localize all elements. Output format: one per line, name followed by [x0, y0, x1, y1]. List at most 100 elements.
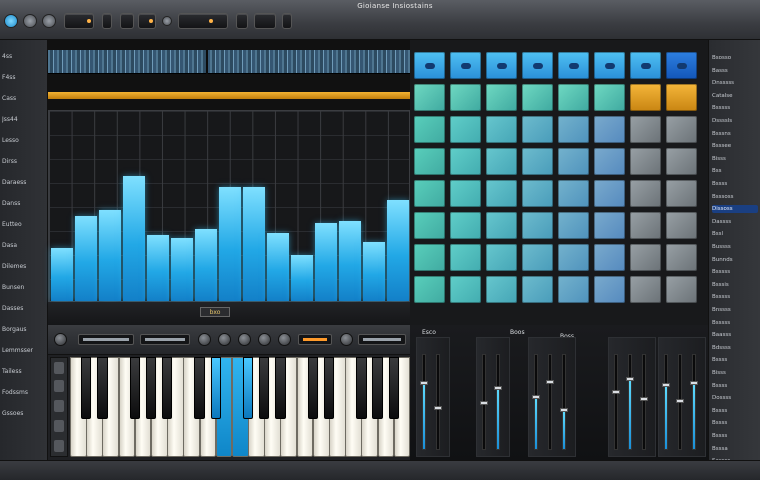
drum-pad[interactable]: [522, 52, 553, 79]
metronome-icon[interactable]: [42, 14, 56, 28]
timeline-ruler[interactable]: [48, 50, 410, 74]
browser-list-item[interactable]: Bisss: [712, 369, 758, 377]
browser-list-item[interactable]: Bisss: [712, 155, 758, 163]
drum-pad[interactable]: [558, 52, 589, 79]
drum-pad[interactable]: [666, 84, 697, 111]
browser-list-item[interactable]: Bsssss: [712, 104, 758, 112]
drum-pad[interactable]: [594, 148, 625, 175]
browser-list-item[interactable]: Bssss: [712, 382, 758, 390]
drum-pad[interactable]: [594, 180, 625, 207]
drum-pad[interactable]: [486, 116, 517, 143]
drum-pad[interactable]: [522, 84, 553, 111]
drum-pad[interactable]: [558, 84, 589, 111]
channel-fader[interactable]: [532, 354, 540, 450]
drum-pad[interactable]: [450, 276, 481, 303]
browser-list-item[interactable]: Bsssee: [712, 142, 758, 150]
browser-list-item[interactable]: Bsosso: [712, 54, 758, 62]
drum-pad[interactable]: [450, 84, 481, 111]
drum-pad[interactable]: [666, 148, 697, 175]
hold-button[interactable]: [54, 400, 64, 412]
browser-list-item[interactable]: Bussss: [712, 243, 758, 251]
track-list-item[interactable]: Lesso: [2, 136, 44, 145]
release-knob[interactable]: [340, 333, 353, 346]
drum-pad[interactable]: [486, 244, 517, 271]
drum-pad[interactable]: [594, 212, 625, 239]
track-list-item[interactable]: F4ss: [2, 73, 44, 82]
drum-pad[interactable]: [486, 180, 517, 207]
drum-pad[interactable]: [486, 212, 517, 239]
drum-pad[interactable]: [450, 180, 481, 207]
velocity-slider[interactable]: [140, 334, 190, 345]
browser-list-item[interactable]: Bssss: [712, 432, 758, 440]
fader-cap[interactable]: [494, 385, 502, 390]
drum-pad[interactable]: [558, 180, 589, 207]
piano-black-key[interactable]: [97, 357, 108, 419]
browser-list-item[interactable]: Dassss: [712, 218, 758, 226]
browser-list-item[interactable]: Bsssa: [712, 445, 758, 453]
drum-pad[interactable]: [630, 52, 661, 79]
browser-list-item[interactable]: Bsssss: [712, 319, 758, 327]
fader-cap[interactable]: [662, 383, 670, 388]
browser-list-item[interactable]: Bsssis: [712, 281, 758, 289]
drum-pad[interactable]: [594, 52, 625, 79]
drum-pad[interactable]: [450, 244, 481, 271]
drum-pad[interactable]: [522, 148, 553, 175]
track-list-item[interactable]: Dasa: [2, 241, 44, 250]
drum-pad[interactable]: [558, 212, 589, 239]
drum-pad[interactable]: [630, 180, 661, 207]
browser-list-item[interactable]: Baasss: [712, 331, 758, 339]
drum-pad[interactable]: [666, 116, 697, 143]
cycle-button[interactable]: [254, 13, 276, 29]
octave-up-button[interactable]: [54, 362, 64, 374]
piano-black-key[interactable]: [145, 357, 157, 419]
browser-list-item[interactable]: Bunnds: [712, 256, 758, 264]
fader-cap[interactable]: [532, 394, 540, 399]
drum-pad[interactable]: [522, 212, 553, 239]
drum-pad[interactable]: [630, 148, 661, 175]
drum-pad[interactable]: [594, 244, 625, 271]
settings-button[interactable]: [282, 13, 292, 29]
drum-pad[interactable]: [486, 84, 517, 111]
snap-button[interactable]: [138, 13, 156, 29]
reso-knob[interactable]: [258, 333, 271, 346]
drum-pad[interactable]: [630, 212, 661, 239]
track-list-item[interactable]: Lemmsser: [2, 346, 44, 355]
drum-pad[interactable]: [594, 84, 625, 111]
drum-pad[interactable]: [486, 276, 517, 303]
drum-pad[interactable]: [414, 84, 445, 111]
browser-list-item[interactable]: Dissoss: [712, 205, 758, 214]
track-list-item[interactable]: Dilemes: [2, 262, 44, 271]
piano-black-key[interactable]: [372, 357, 383, 419]
browser-list-item[interactable]: Bdssss: [712, 344, 758, 352]
browser-list-item[interactable]: Bssss: [712, 180, 758, 188]
footer-tag[interactable]: bxo: [200, 307, 230, 317]
drum-pad[interactable]: [450, 52, 481, 79]
arrange-grid[interactable]: [48, 110, 410, 302]
piano-black-key[interactable]: [275, 357, 286, 419]
track-list-item[interactable]: Daraess: [2, 178, 44, 187]
browser-list-item[interactable]: Bsssss: [712, 268, 758, 276]
drum-pad[interactable]: [666, 276, 697, 303]
drum-pad[interactable]: [522, 244, 553, 271]
piano-black-key[interactable]: [388, 357, 399, 419]
channel-fader[interactable]: [626, 354, 634, 450]
drum-pad[interactable]: [594, 116, 625, 143]
drum-pad[interactable]: [414, 212, 445, 239]
piano-black-key[interactable]: [194, 357, 205, 419]
browser-list-item[interactable]: Dssssls: [712, 117, 758, 125]
fader-cap[interactable]: [420, 381, 428, 386]
channel-fader[interactable]: [494, 354, 502, 450]
channel-fader[interactable]: [560, 354, 568, 450]
drum-pad[interactable]: [414, 148, 445, 175]
drum-pad[interactable]: [450, 148, 481, 175]
track-list-item[interactable]: Dasses: [2, 304, 44, 313]
drum-pad[interactable]: [666, 212, 697, 239]
fader-cap[interactable]: [626, 377, 634, 381]
play-icon[interactable]: [23, 14, 37, 28]
piano-black-key[interactable]: [356, 357, 367, 419]
chord-button[interactable]: [54, 440, 64, 452]
drum-pad[interactable]: [414, 276, 445, 303]
drum-pad[interactable]: [666, 52, 697, 79]
browser-list-item[interactable]: Catalse: [712, 92, 758, 100]
channel-fader[interactable]: [676, 354, 684, 450]
